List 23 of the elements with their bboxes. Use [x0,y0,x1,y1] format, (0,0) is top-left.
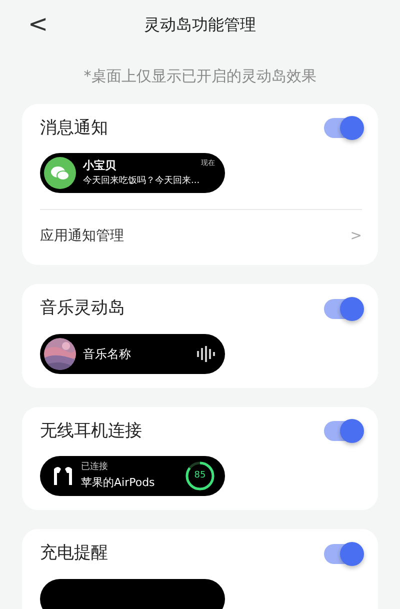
battery-ring-icon [185,461,215,491]
toggle-switch[interactable] [324,421,362,442]
hint-text: *桌面上仅显示已开启的灵动岛效果 [82,66,318,87]
app-notification-link[interactable]: 应用通知管理 > [40,209,362,251]
battery-value: 85 [194,469,206,482]
waveform-icon [197,346,215,362]
device-name: 苹果的AirPods [81,474,156,490]
sender-name: 小宝贝 [83,158,116,174]
card-title: 充电提醒 [40,542,108,565]
toggle-switch[interactable] [324,298,362,319]
chevron-icon: > [350,226,362,247]
toggle-switch[interactable] [324,118,362,138]
connection-status: 已连接 [81,461,109,474]
chat-icon [51,166,69,180]
card-title: 消息通知 [40,116,108,140]
card-title: 音乐灵动岛 [40,297,125,320]
back-button[interactable]: < [22,8,54,40]
earbuds-icon [52,465,74,487]
message-preview: 今天回来吃饭吗？今天回来... [83,174,201,188]
card-title: 无线耳机连接 [40,420,142,442]
song-title: 音乐名称 [83,346,132,362]
page-title: 灵动岛功能管理 [144,14,256,36]
toggle-switch[interactable] [324,544,362,564]
